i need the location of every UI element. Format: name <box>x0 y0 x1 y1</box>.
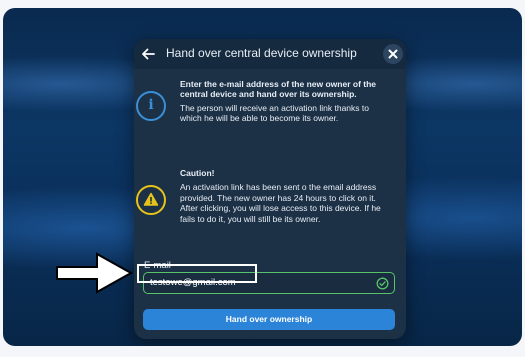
close-icon <box>388 49 398 59</box>
caution-body: An activation link has been sent o the e… <box>180 182 381 224</box>
arrow-left-icon <box>142 48 155 60</box>
caution-heading: Caution! <box>180 168 215 178</box>
back-button[interactable] <box>139 45 157 63</box>
email-highlight-box <box>137 264 257 283</box>
check-circle-icon <box>376 277 389 290</box>
warning-icon <box>136 185 166 215</box>
info-icon: i <box>136 91 166 121</box>
arrow-right-annotation <box>56 252 134 294</box>
ownership-dialog: Hand over central device ownership i Ent… <box>134 39 406 339</box>
info-body: The person will receive an activation li… <box>180 102 369 124</box>
info-heading: Enter the e-mail address of the new owne… <box>180 79 377 100</box>
close-button[interactable] <box>383 44 403 64</box>
caution-text: Caution! An activation link has been sen… <box>180 168 392 224</box>
dialog-title: Hand over central device ownership <box>166 46 357 60</box>
info-text: Enter the e-mail address of the new owne… <box>180 79 392 124</box>
hand-over-button[interactable]: Hand over ownership <box>143 309 395 330</box>
page-background: Hand over central device ownership i Ent… <box>0 0 525 357</box>
dialog-header: Hand over central device ownership <box>134 39 406 69</box>
